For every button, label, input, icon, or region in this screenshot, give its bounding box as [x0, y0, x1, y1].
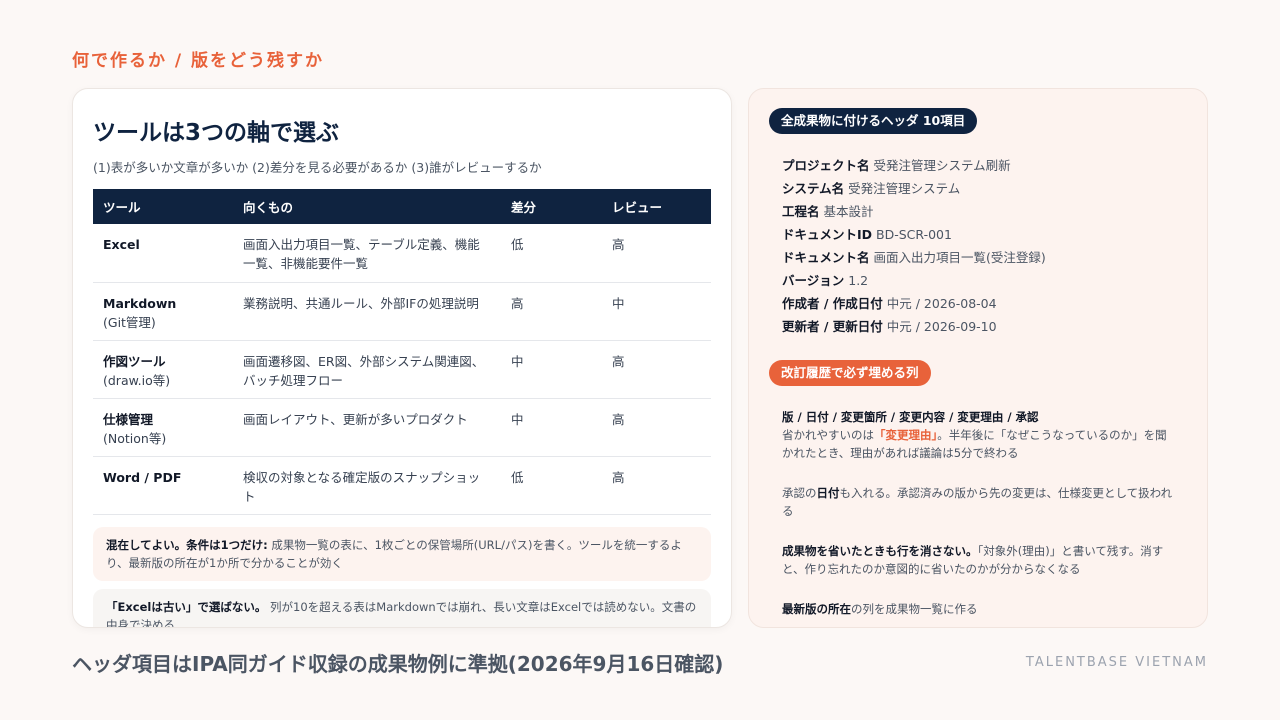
header-value: 受発注管理システム: [848, 181, 961, 196]
tool-name: Word / PDF: [103, 469, 182, 485]
source-footnote: ヘッダ項目はIPA同ガイド収録の成果物例に準拠(2026年9月16日確認): [72, 652, 724, 676]
tool-cell: Excel: [93, 224, 233, 283]
tool-name: Markdown: [103, 295, 177, 311]
list-item: バージョン 1.2: [782, 269, 1187, 292]
list-item: 更新者 / 更新日付 中元 / 2026-09-10: [782, 315, 1187, 338]
list-item: ドキュメントID BD-SCR-001: [782, 223, 1187, 246]
use-cell: 業務説明、共通ルール、外部IFの処理説明: [233, 282, 501, 341]
rule-text: も入れる。承認済みの版から先の変更は、仕様変更として扱われる: [782, 486, 1173, 518]
list-item: ドキュメント名 画面入出力項目一覧(受注登録): [782, 246, 1187, 269]
header-value: 中元 / 2026-08-04: [886, 296, 997, 311]
diff-cell: 中: [501, 340, 602, 399]
revision-rule-item: 版 / 日付 / 変更箇所 / 変更内容 / 変更理由 / 承認 省かれやすいのは…: [769, 400, 1187, 470]
tool-table: ツール 向くもの 差分 レビュー Excel 画面入出力項目一覧、テーブル定義、…: [93, 189, 711, 515]
header-value: 受発注管理システム刷新: [873, 158, 1011, 173]
header-value: 画面入出力項目一覧(受注登録): [873, 250, 1046, 265]
tool-subtext: (draw.io等): [103, 372, 171, 388]
diff-cell: 低: [501, 224, 602, 283]
revision-columns-title: 版 / 日付 / 変更箇所 / 変更内容 / 変更理由 / 承認: [782, 410, 1039, 424]
header-key: プロジェクト名: [782, 158, 870, 173]
header-key: バージョン: [782, 273, 845, 288]
brand-wordmark: TALENTBASE VIETNAM: [1025, 655, 1208, 670]
header-key: システム名: [782, 181, 845, 196]
use-cell: 検収の対象となる確定版のスナップショット: [233, 456, 501, 515]
review-cell: 高: [602, 340, 711, 399]
tool-cell: 作図ツール (draw.io等): [93, 340, 233, 399]
note-bold: 「Excelは古い」で選ばない。: [106, 599, 267, 614]
list-item: プロジェクト名 受発注管理システム刷新: [782, 154, 1187, 177]
excel-old-note: 「Excelは古い」で選ばない。 列が10を超える表はMarkdownでは崩れ、…: [93, 588, 711, 627]
header-key: 作成者 / 作成日付: [782, 296, 883, 311]
rule-text: 省かれやすいのは: [782, 428, 874, 442]
use-cell: 画面入出力項目一覧、テーブル定義、機能一覧、非機能要件一覧: [233, 224, 501, 283]
table-row: Markdown (Git管理) 業務説明、共通ルール、外部IFの処理説明 高 …: [93, 282, 711, 341]
card-title: ツールは3つの軸で選ぶ: [93, 120, 340, 146]
header-value: 基本設計: [823, 204, 874, 219]
column-header-diff: 差分: [501, 189, 602, 224]
diff-cell: 高: [501, 282, 602, 341]
tool-selection-card: ツールは3つの軸で選ぶ (1)表が多いか文章が多いか (2)差分を見る必要がある…: [72, 88, 732, 628]
header-key: 更新者 / 更新日付: [782, 319, 883, 334]
list-item: 作成者 / 作成日付 中元 / 2026-08-04: [782, 292, 1187, 315]
tool-name: Excel: [103, 237, 140, 252]
note-bold: 混在してよい。条件は1つだけ:: [106, 537, 268, 552]
review-cell: 中: [602, 282, 711, 341]
column-header-tool: ツール: [93, 189, 233, 224]
table-row: Excel 画面入出力項目一覧、テーブル定義、機能一覧、非機能要件一覧 低 高: [93, 224, 711, 283]
diff-cell: 中: [501, 398, 602, 457]
header-value: BD-SCR-001: [876, 227, 952, 242]
rule-text: 承認の: [782, 486, 817, 500]
header-value: 1.2: [848, 273, 869, 288]
revision-rule-item: 成果物を省いたときも行を消さない。「対象外(理由)」と書いて残す。消すと、作り忘…: [769, 534, 1187, 586]
rule-bold: 最新版の所在: [782, 602, 851, 616]
review-cell: 高: [602, 398, 711, 457]
review-cell: 高: [602, 224, 711, 283]
tool-name: 仕様管理: [103, 411, 154, 427]
header-key: ドキュメントID: [782, 227, 873, 242]
diff-cell: 低: [501, 456, 602, 515]
tool-cell: Markdown (Git管理): [93, 282, 233, 341]
tool-cell: 仕様管理 (Notion等): [93, 398, 233, 457]
tool-subtext: (Notion等): [103, 430, 167, 446]
card-subtitle: (1)表が多いか文章が多いか (2)差分を見る必要があるか (3)誰がレビューす…: [93, 160, 542, 175]
header-rules-card: 全成果物に付けるヘッダ 10項目 プロジェクト名 受発注管理システム刷新 システ…: [748, 88, 1208, 628]
column-header-use: 向くもの: [233, 189, 501, 224]
header-value: 中元 / 2026-09-10: [886, 319, 997, 334]
tool-subtext: (Git管理): [103, 314, 156, 330]
list-item: システム名 受発注管理システム: [782, 177, 1187, 200]
revision-columns-pill: 改訂履歴で必ず埋める列: [769, 360, 931, 386]
table-header-row: ツール 向くもの 差分 レビュー: [93, 189, 711, 224]
header-items-pill: 全成果物に付けるヘッダ 10項目: [769, 108, 978, 134]
use-cell: 画面レイアウト、更新が多いプロダクト: [233, 398, 501, 457]
section-kicker: 何で作るか / 版をどう残すか: [72, 51, 325, 71]
header-key: 工程名: [782, 204, 820, 219]
mixing-allowed-note: 混在してよい。条件は1つだけ: 成果物一覧の表に、1枚ごとの保管場所(URL/パ…: [93, 526, 711, 581]
rule-bold: 日付: [816, 486, 840, 500]
table-row: 仕様管理 (Notion等) 画面レイアウト、更新が多いプロダクト 中 高: [93, 398, 711, 457]
table-row: 作図ツール (draw.io等) 画面遷移図、ER図、外部システム関連図、バッチ…: [93, 340, 711, 399]
emphasis-text: 「変更理由」: [874, 428, 938, 442]
revision-rule-item: 最新版の所在の列を成果物一覧に作る: [769, 592, 1187, 626]
tool-name: 作図ツール: [103, 353, 166, 369]
review-cell: 高: [602, 456, 711, 515]
list-item: 工程名 基本設計: [782, 200, 1187, 223]
header-item-list: プロジェクト名 受発注管理システム刷新 システム名 受発注管理システム 工程名 …: [769, 154, 1187, 338]
use-cell: 画面遷移図、ER図、外部システム関連図、バッチ処理フロー: [233, 340, 501, 399]
revision-rule-item: 承認の日付も入れる。承認済みの版から先の変更は、仕様変更として扱われる: [769, 476, 1187, 528]
tool-cell: Word / PDF: [93, 456, 233, 515]
column-header-review: レビュー: [602, 189, 711, 224]
rule-bold: 成果物を省いたときも行を消さない。: [782, 544, 978, 558]
header-key: ドキュメント名: [782, 250, 870, 265]
rule-text: の列を成果物一覧に作る: [851, 602, 978, 616]
table-row: Word / PDF 検収の対象となる確定版のスナップショット 低 高: [93, 456, 711, 515]
